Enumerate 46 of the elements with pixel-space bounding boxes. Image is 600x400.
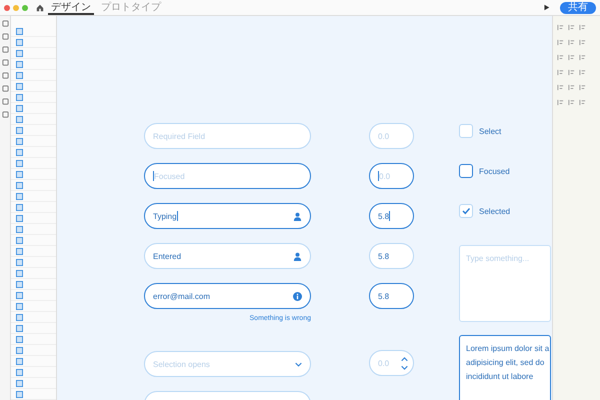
- align-icon[interactable]: [579, 99, 586, 106]
- align-icon[interactable]: [579, 39, 586, 46]
- align-icon[interactable]: [568, 39, 575, 46]
- align-icon[interactable]: [568, 69, 575, 76]
- align-icon[interactable]: [568, 54, 575, 61]
- text-field[interactable]: Entered: [144, 243, 311, 269]
- text-cursor: [378, 171, 379, 181]
- text-field[interactable]: error@mail.com: [144, 283, 311, 309]
- window-minimize-icon[interactable]: [13, 4, 19, 10]
- info-icon: [293, 292, 302, 300]
- chevron-down-icon: [295, 362, 302, 366]
- text-cursor: [389, 211, 390, 221]
- align-icon[interactable]: [579, 54, 586, 61]
- checkbox-label: Focused: [479, 166, 510, 176]
- align-icon[interactable]: [579, 24, 586, 31]
- align-icon[interactable]: [579, 84, 586, 91]
- text-cursor: [153, 171, 154, 181]
- align-icon[interactable]: [568, 84, 575, 91]
- text-field[interactable]: Typing: [144, 203, 311, 229]
- number-field[interactable]: 5.8: [369, 203, 414, 229]
- align-icon[interactable]: [557, 54, 564, 61]
- checkbox[interactable]: [459, 164, 473, 178]
- window-close-icon[interactable]: [4, 4, 10, 10]
- align-icon[interactable]: [557, 84, 564, 91]
- number-field[interactable]: 5.8: [369, 283, 414, 309]
- align-icon[interactable]: [557, 69, 564, 76]
- checkbox-label: Selected: [479, 206, 510, 216]
- text-area[interactable]: Lorem ipsum dolor sit a adipisicing elit, sed do incididunt ut labore: [459, 335, 551, 400]
- number-field[interactable]: 5.8: [369, 243, 414, 269]
- align-icon[interactable]: [579, 69, 586, 76]
- align-icon[interactable]: [557, 24, 564, 31]
- align-icon[interactable]: [557, 99, 564, 106]
- text-cursor: [176, 211, 178, 221]
- user-icon: [293, 212, 302, 220]
- mode-tab[interactable]: プロトタイプ: [98, 0, 164, 15]
- window-zoom-icon[interactable]: [22, 4, 28, 10]
- up-down-chevron-icon[interactable]: [401, 356, 408, 370]
- align-icon[interactable]: [568, 24, 575, 31]
- share-button[interactable]: 共有: [560, 2, 596, 14]
- user-icon: [293, 252, 302, 260]
- align-icon[interactable]: [568, 99, 575, 106]
- checkmark-icon: [461, 206, 471, 216]
- play-icon[interactable]: [543, 4, 550, 11]
- checkbox-label: Select: [479, 126, 502, 136]
- align-icon[interactable]: [557, 39, 564, 46]
- home-icon[interactable]: [36, 4, 44, 12]
